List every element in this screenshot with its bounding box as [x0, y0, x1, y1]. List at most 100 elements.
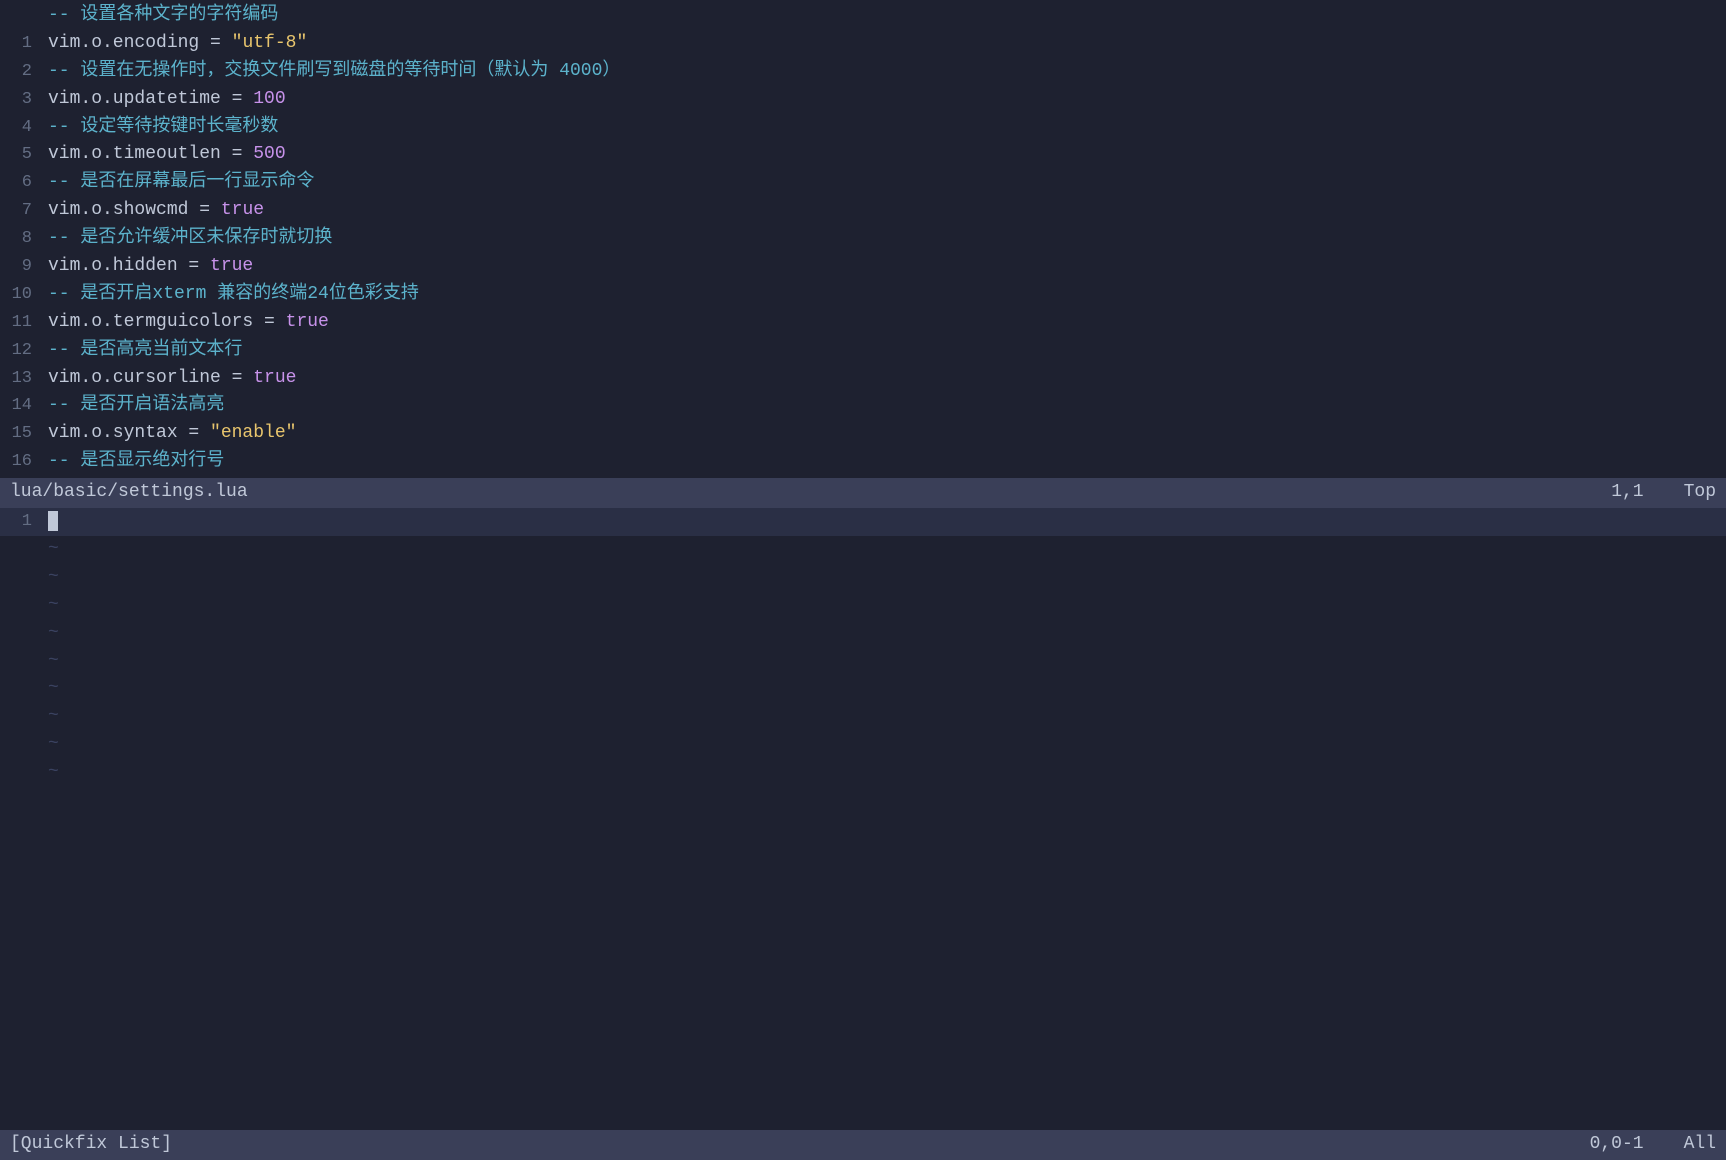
equals-text: =	[253, 312, 285, 332]
line-number: 6	[8, 170, 48, 196]
tilde-line: ~	[0, 703, 1726, 731]
code-line: 3vim.o.updatetime = 100	[0, 86, 1726, 114]
tilde-char: ~	[48, 703, 59, 731]
code-line: 16-- 是否显示绝对行号	[0, 448, 1726, 476]
line-number: 7	[8, 198, 48, 224]
code-line: 14-- 是否开启语法高亮	[0, 392, 1726, 420]
comment-text: -- 是否开启语法高亮	[48, 395, 224, 415]
equals-text: =	[221, 144, 253, 164]
line-content: vim.o.timeoutlen = 500	[48, 141, 1718, 169]
key-text: vim.o.updatetime	[48, 89, 221, 109]
code-line: 7vim.o.showcmd = true	[0, 197, 1726, 225]
line-number: 10	[8, 282, 48, 308]
line-content: -- 设定等待按键时长毫秒数	[48, 114, 1718, 142]
code-line: -- 设置各种文字的字符编码	[0, 2, 1726, 30]
top-status-bar: lua/basic/settings.lua 1,1 Top	[0, 478, 1726, 508]
line-content: -- 是否高亮当前文本行	[48, 337, 1718, 365]
code-line: 5vim.o.timeoutlen = 500	[0, 141, 1726, 169]
num-value: 500	[253, 144, 285, 164]
comment-text: -- 是否开启xterm 兼容的终端24位色彩支持	[48, 284, 419, 304]
cursor-line: 1	[0, 508, 1726, 536]
line-number: 8	[8, 226, 48, 252]
key-text: vim.o.encoding	[48, 33, 199, 53]
line-number: 16	[8, 449, 48, 475]
comment-text: -- 是否允许缓冲区未保存时就切换	[48, 228, 332, 248]
code-line: 12-- 是否高亮当前文本行	[0, 337, 1726, 365]
tilde-line: ~	[0, 564, 1726, 592]
code-line: 10-- 是否开启xterm 兼容的终端24位色彩支持	[0, 281, 1726, 309]
string-value: "utf-8"	[232, 33, 308, 53]
code-line: 11vim.o.termguicolors = true	[0, 309, 1726, 337]
bool-value: true	[253, 368, 296, 388]
key-text: vim.o.cursorline	[48, 368, 221, 388]
tilde-char: ~	[48, 592, 59, 620]
line-number: 5	[8, 142, 48, 168]
code-line: 2-- 设置在无操作时，交换文件刷写到磁盘的等待时间（默认为 4000）	[0, 58, 1726, 86]
quickfix-name: [Quickfix List]	[10, 1131, 1590, 1159]
code-line: 8-- 是否允许缓冲区未保存时就切换	[0, 225, 1726, 253]
key-text: vim.o.termguicolors	[48, 312, 253, 332]
line-content: vim.o.updatetime = 100	[48, 86, 1718, 114]
tilde-line: ~	[0, 648, 1726, 676]
code-line: 15vim.o.syntax = "enable"	[0, 420, 1726, 448]
cursor-content	[48, 508, 1718, 536]
line-content: -- 是否在屏幕最后一行显示命令	[48, 169, 1718, 197]
tilde-char: ~	[48, 759, 59, 787]
tilde-line: ~	[0, 759, 1726, 787]
quickfix-scroll: All	[1684, 1131, 1716, 1159]
line-number: 13	[8, 366, 48, 392]
line-content: vim.o.syntax = "enable"	[48, 420, 1718, 448]
code-line: 6-- 是否在屏幕最后一行显示命令	[0, 169, 1726, 197]
line-content: vim.o.encoding = "utf-8"	[48, 30, 1718, 58]
line-content: -- 是否显示绝对行号	[48, 448, 1718, 476]
line-content: vim.o.cursorline = true	[48, 365, 1718, 393]
tilde-line: ~	[0, 731, 1726, 759]
line-content: vim.o.termguicolors = true	[48, 309, 1718, 337]
quickfix-position: 0,0-1	[1590, 1131, 1644, 1159]
equals-text: =	[199, 33, 231, 53]
line-number: 3	[8, 87, 48, 113]
code-line: 13vim.o.cursorline = true	[0, 365, 1726, 393]
bool-value: true	[286, 312, 329, 332]
bool-value: true	[210, 256, 253, 276]
equals-text: =	[178, 256, 210, 276]
tilde-char: ~	[48, 536, 59, 564]
tilde-line: ~	[0, 620, 1726, 648]
line-content: -- 是否允许缓冲区未保存时就切换	[48, 225, 1718, 253]
line-content: -- 设置在无操作时，交换文件刷写到磁盘的等待时间（默认为 4000）	[48, 58, 1718, 86]
key-text: vim.o.timeoutlen	[48, 144, 221, 164]
equals-text: =	[221, 89, 253, 109]
text-cursor	[48, 511, 58, 531]
comment-text: -- 是否显示绝对行号	[48, 451, 224, 471]
line-number: 9	[8, 254, 48, 280]
top-pane: -- 设置各种文字的字符编码1vim.o.encoding = "utf-8"2…	[0, 0, 1726, 508]
tilde-line: ~	[0, 675, 1726, 703]
line-number: 1	[8, 31, 48, 57]
tilde-char: ~	[48, 731, 59, 759]
cursor-line-num: 1	[8, 509, 48, 535]
string-value: "enable"	[210, 423, 296, 443]
key-text: vim.o.syntax	[48, 423, 178, 443]
line-number: 14	[8, 393, 48, 419]
top-status-position: 1,1	[1611, 479, 1643, 507]
tilde-char: ~	[48, 675, 59, 703]
line-number: 2	[8, 59, 48, 85]
tilde-line: ~	[0, 592, 1726, 620]
line-content: vim.o.showcmd = true	[48, 197, 1718, 225]
equals-text: =	[221, 368, 253, 388]
line-content: vim.o.hidden = true	[48, 253, 1718, 281]
code-line: 9vim.o.hidden = true	[0, 253, 1726, 281]
line-number: 11	[8, 310, 48, 336]
line-number: 12	[8, 338, 48, 364]
comment-text: -- 设置各种文字的字符编码	[48, 5, 278, 25]
key-text: vim.o.hidden	[48, 256, 178, 276]
top-status-filename: lua/basic/settings.lua	[10, 479, 1611, 507]
line-content: -- 设置各种文字的字符编码	[48, 2, 1718, 30]
tilde-line: ~	[0, 536, 1726, 564]
line-content: -- 是否开启xterm 兼容的终端24位色彩支持	[48, 281, 1718, 309]
bottom-pane: 1 ~~~~~~~~~	[0, 508, 1726, 1130]
editor-container: -- 设置各种文字的字符编码1vim.o.encoding = "utf-8"2…	[0, 0, 1726, 1160]
equals-text: =	[188, 200, 220, 220]
key-text: vim.o.showcmd	[48, 200, 188, 220]
comment-text: -- 设定等待按键时长毫秒数	[48, 117, 278, 137]
